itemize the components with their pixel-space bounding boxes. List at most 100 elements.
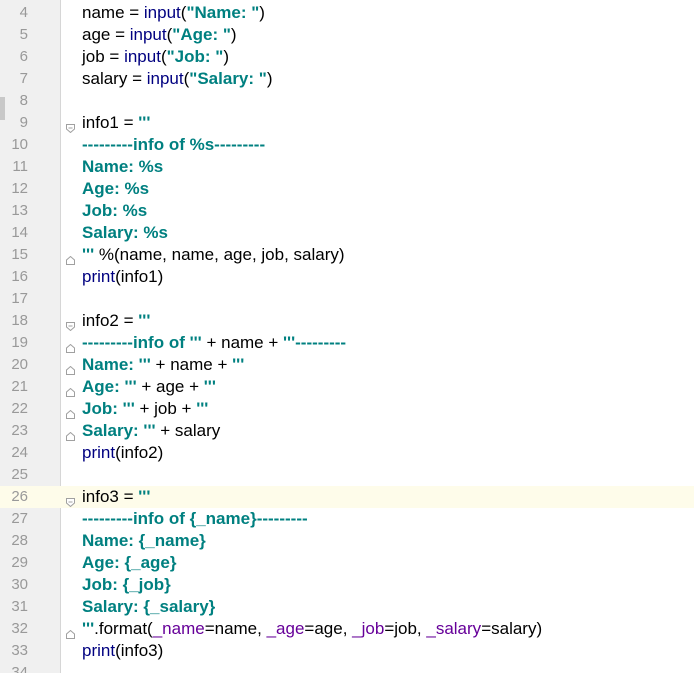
code-text[interactable]: age = input("Age: ") [82, 24, 237, 46]
code-line[interactable]: 8 [0, 90, 694, 112]
code-line[interactable]: 26 info3 = ''' [0, 486, 694, 508]
code-editor[interactable]: 4 name = input("Name: ") 5 age = input("Age… [0, 0, 694, 673]
string-token: "Name: " [186, 3, 260, 22]
code-text[interactable]: ---------info of %s--------- [82, 134, 265, 156]
code-line[interactable]: 11 Name: %s [0, 156, 694, 178]
code-text[interactable]: Job: {_job} [82, 574, 171, 596]
code-text[interactable]: ---------info of ''' + name + '''-------… [82, 332, 346, 354]
code-line[interactable]: 20 Name: ''' + name + ''' [0, 354, 694, 376]
code-text[interactable]: Age: %s [82, 178, 149, 200]
code-line[interactable]: 34 [0, 662, 694, 673]
string-token: ''' [138, 487, 151, 506]
code-text[interactable]: Salary: %s [82, 222, 168, 244]
code-text[interactable]: Age: ''' + age + ''' [82, 376, 216, 398]
code-line[interactable]: 6 job = input("Job: ") [0, 46, 694, 68]
code-text[interactable]: Job: %s [82, 200, 147, 222]
string-token: "Salary: " [189, 69, 267, 88]
builtin-token: input [129, 25, 167, 44]
code-line[interactable]: 31 Salary: {_salary} [0, 596, 694, 618]
fold-close-icon[interactable] [66, 250, 75, 265]
fold-open-icon[interactable] [66, 118, 75, 134]
string-token: "Job: " [166, 47, 224, 66]
code-token: salary = [82, 69, 147, 88]
fold-open-icon[interactable] [66, 316, 75, 332]
line-number: 9 [19, 114, 28, 131]
code-line[interactable]: 4 name = input("Name: ") [0, 2, 694, 24]
code-token: + salary [155, 421, 221, 440]
code-token: + age + [136, 377, 204, 396]
code-line[interactable]: 12 Age: %s [0, 178, 694, 200]
fold-open-icon[interactable] [66, 492, 75, 508]
keyword-arg-token: _age [266, 619, 305, 638]
code-line[interactable]: 17 [0, 288, 694, 310]
code-line[interactable]: 33 print(info3) [0, 640, 694, 662]
builtin-token: input [146, 69, 184, 88]
code-line[interactable]: 10 ---------info of %s--------- [0, 134, 694, 156]
code-line[interactable]: 28 Name: {_name} [0, 530, 694, 552]
fold-close-icon[interactable] [66, 338, 75, 353]
code-line[interactable]: 14 Salary: %s [0, 222, 694, 244]
code-text[interactable]: salary = input("Salary: ") [82, 68, 273, 90]
code-line[interactable]: 21 Age: ''' + age + ''' [0, 376, 694, 398]
line-number: 27 [11, 510, 28, 527]
code-token: (info1) [115, 267, 164, 286]
line-number: 26 [11, 488, 28, 505]
code-line[interactable]: 5 age = input("Age: ") [0, 24, 694, 46]
code-text[interactable]: Name: ''' + name + ''' [82, 354, 244, 376]
code-text[interactable]: print(info3) [82, 640, 163, 662]
string-token: ''' [82, 619, 95, 638]
code-line[interactable]: 22 Job: ''' + job + ''' [0, 398, 694, 420]
builtin-token: print [82, 641, 116, 660]
string-token: Age: %s [82, 179, 150, 198]
fold-close-icon[interactable] [66, 624, 75, 639]
fold-close-icon[interactable] [66, 426, 75, 441]
code-text[interactable]: job = input("Job: ") [82, 46, 229, 68]
code-line[interactable]: 23 Salary: ''' + salary [0, 420, 694, 442]
line-number: 19 [11, 334, 28, 351]
code-text[interactable]: info3 = ''' [82, 486, 150, 508]
code-line[interactable]: 16 print(info1) [0, 266, 694, 288]
code-token: age = [82, 25, 130, 44]
code-line[interactable]: 24 print(info2) [0, 442, 694, 464]
code-line[interactable]: 15 ''' %(name, name, age, job, salary) [0, 244, 694, 266]
code-lines[interactable]: 4 name = input("Name: ") 5 age = input("Age… [0, 2, 694, 673]
code-line[interactable]: 19 ---------info of ''' + name + '''-----… [0, 332, 694, 354]
code-line[interactable]: 27 ---------info of {_name}--------- [0, 508, 694, 530]
code-token: =age, [304, 619, 353, 638]
code-text[interactable]: Name: %s [82, 156, 163, 178]
code-text[interactable]: Salary: {_salary} [82, 596, 215, 618]
code-line[interactable]: 29 Age: {_age} [0, 552, 694, 574]
builtin-token: input [143, 3, 181, 22]
code-line[interactable]: 7 salary = input("Salary: ") [0, 68, 694, 90]
line-number: 4 [19, 4, 28, 21]
line-number: 17 [11, 290, 28, 307]
code-text[interactable]: info2 = ''' [82, 310, 150, 332]
code-text[interactable]: Salary: ''' + salary [82, 420, 220, 442]
code-text[interactable]: print(info2) [82, 442, 163, 464]
string-token: ''' [203, 377, 216, 396]
code-line[interactable]: 30 Job: {_job} [0, 574, 694, 596]
code-text[interactable]: name = input("Name: ") [82, 2, 265, 24]
code-line[interactable]: 25 [0, 464, 694, 486]
fold-close-icon[interactable] [66, 360, 75, 375]
code-line[interactable]: 9 info1 = ''' [0, 112, 694, 134]
code-text[interactable]: print(info1) [82, 266, 163, 288]
code-text[interactable]: ''' %(name, name, age, job, salary) [82, 244, 345, 266]
string-token: ''' [232, 355, 245, 374]
code-text[interactable]: ---------info of {_name}--------- [82, 508, 308, 530]
fold-close-icon[interactable] [66, 382, 75, 397]
string-token: Salary: %s [82, 223, 168, 242]
code-text[interactable]: Age: {_age} [82, 552, 176, 574]
fold-close-icon[interactable] [66, 404, 75, 419]
line-number: 12 [11, 180, 28, 197]
code-line[interactable]: 32 '''.format(_name=name, _age=age, _job=… [0, 618, 694, 640]
code-text[interactable]: Name: {_name} [82, 530, 206, 552]
code-line[interactable]: 18 info2 = ''' [0, 310, 694, 332]
string-token: Name: %s [82, 157, 164, 176]
code-text[interactable]: '''.format(_name=name, _age=age, _job=jo… [82, 618, 542, 640]
code-text[interactable]: info1 = ''' [82, 112, 150, 134]
code-token: + name + [150, 355, 233, 374]
code-line[interactable]: 13 Job: %s [0, 200, 694, 222]
code-token: info1 = [82, 113, 139, 132]
code-text[interactable]: Job: ''' + job + ''' [82, 398, 208, 420]
